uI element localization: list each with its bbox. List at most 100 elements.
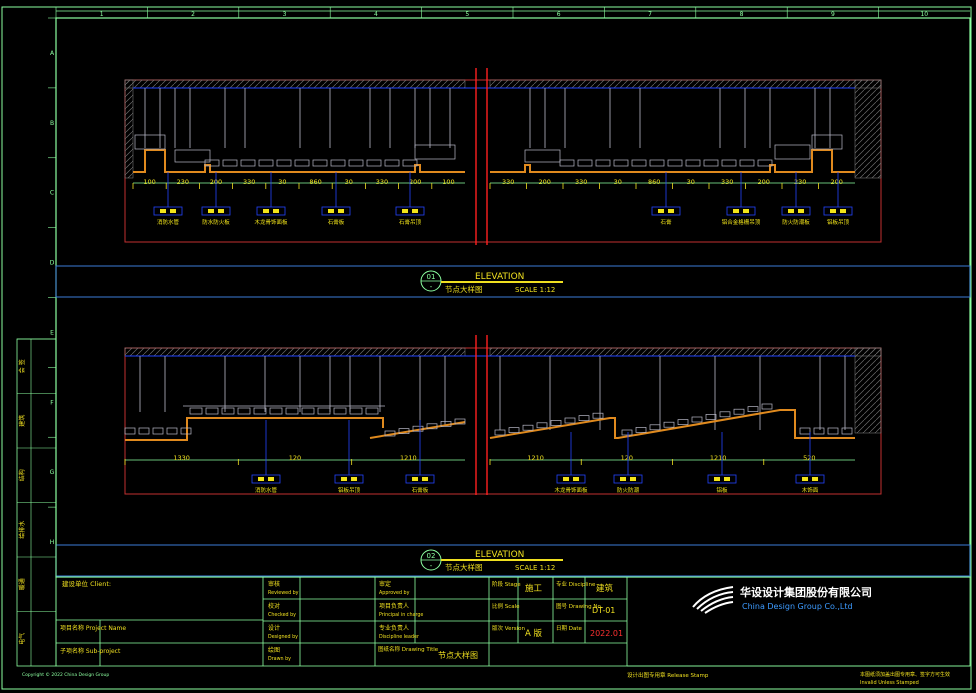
cad-drawing: 1 2 3 4 5 6 7 8 9 10 A B C D E F G H 100 230 200 330 30 860 30 3… [1,6,972,690]
grid-col-label: 4 [374,11,378,18]
date-value: 2022.01 [590,629,623,638]
approval-label-en: Discipline leader [379,634,419,640]
signoff-label-en: Reviewed by [268,590,299,596]
detail-2-scale: SCALE 1:12 [515,564,555,572]
material-tag: 防水防火板 [202,218,230,226]
countersign-label: 结构 [18,469,26,481]
detail-2-elevation: 1330 120 1210 1210 120 1210 520 消防水管 铝板吊顶 石膏板 木龙骨… [124,335,882,495]
drawing-title-label: 图纸名称 Drawing Title [378,645,439,653]
approval-label-cn: 专业负责人 [379,624,409,632]
signoff-label-en: Checked by [268,612,296,618]
grid-row-label: A [50,50,55,57]
signoff-label-cn: 绘图 [268,646,280,654]
material-tag: 防火防潮板 [782,218,810,226]
company-name-en: China Design Group Co.,Ltd [742,602,853,611]
grid-row-label: C [50,190,54,197]
dimension-label: 30 [278,178,286,186]
scale-label: 比例 Scale [492,602,520,610]
subproject-label: 子项名称 Sub-project [60,647,121,655]
material-tag: 消防水管 [255,486,278,494]
company-name-cn: 华设设计集团股份有限公司 [740,585,872,599]
material-tag: 消防水管 [157,218,180,226]
stage-value: 施工 [525,583,543,594]
client-label: 建设单位 Client: [62,579,111,588]
grid-col-label: 8 [740,11,744,18]
copyright: Copyright © 2022 China Design Group [22,671,109,678]
version-value: A 版 [525,628,543,639]
detail-1-subtitle: 节点大样图 [445,284,483,294]
grid-col-label: 5 [465,11,469,18]
dimension-label: 520 [803,454,815,462]
grid-row-label: H [50,539,55,546]
validity-note-cn: 本图纸须加盖出图专用章、签字方可生效 [860,671,950,678]
drawing-title: 节点大样图 [438,650,478,660]
countersign-label: 暖通 [18,578,26,590]
material-tag: 木饰面 [802,486,819,494]
grid-col-label: 7 [648,11,652,18]
version-label: 版次 Version [492,624,525,632]
countersign-label: 会 签 [18,359,26,373]
signoff-label-cn: 校对 [268,602,280,610]
dimension-label: 330 [502,178,514,186]
material-tag: 铝合金格栅吊顶 [722,218,761,226]
signoff-label-cn: 审核 [268,580,280,588]
approval-label-cn: 项目负责人 [379,602,409,610]
dimension-label: 30 [614,178,622,186]
dimension-label: 30 [345,178,353,186]
material-tag: 铝板吊顶 [338,486,361,494]
dimension-label: 860 [309,178,321,186]
company-logo [692,586,734,614]
signoff-label-en: Designed by [268,634,298,640]
dimension-label: 1330 [173,454,190,462]
approval-label-en: Approved by [379,590,410,596]
material-tag: 石膏板 [328,218,345,226]
signoff-label-cn: 设计 [268,624,280,632]
countersign-label: 给排水 [18,521,26,539]
discipline-value: 建筑 [596,583,614,594]
dimension-label: 330 [575,178,587,186]
discipline-label: 专业 Discipline [556,580,596,588]
drawing-no: DT-01 [592,606,615,615]
date-label: 日期 Date [556,625,583,632]
signoff-label-en: Drawn by [268,656,291,662]
dimension-label: 200 [758,178,770,186]
dimension-label: 200 [409,178,421,186]
dimension-label: 100 [143,178,155,186]
material-tag: 石膏板 [412,486,429,494]
grid-col-label: 1 [100,11,104,18]
dimension-label: 1210 [710,454,727,462]
detail-1-scale: SCALE 1:12 [515,286,555,294]
material-tag: 石膏 [660,218,672,226]
material-tag: 木龙骨饰面板 [554,486,588,494]
svg-text:-: - [430,283,433,291]
detail-1-elevation: 100 230 200 330 30 860 30 330 200 100 330 200 330 30 8… [124,68,882,245]
dimension-label: 1210 [527,454,544,462]
countersign-label: 建筑 [18,415,26,427]
dimension-label: 860 [648,178,660,186]
stamp-label: 设计出图专用章 Release Stamp [627,671,709,679]
dimension-label: 200 [539,178,551,186]
dimension-label: 120 [289,454,301,462]
approval-label-en: Principal in charge [379,612,423,618]
detail-2-subtitle: 节点大样图 [445,562,483,572]
material-tag: 铝板吊顶 [827,218,850,226]
detail-2-title: ELEVATION [475,550,524,560]
grid-col-label: 2 [191,11,195,18]
approval-label-cn: 审定 [379,580,391,588]
dimension-label: 230 [177,178,189,186]
dimension-label: 100 [442,178,454,186]
grid-col-label: 10 [920,11,928,18]
dimension-label: 330 [243,178,255,186]
dimension-label: 120 [621,454,633,462]
detail-1-number: 01 [427,273,436,281]
dimension-label: 30 [687,178,695,186]
material-tag: 防火防潮 [617,486,640,494]
countersign-label: 电气 [18,633,26,645]
svg-text:-: - [430,562,433,570]
project-label: 项目名称 Project Name [60,624,126,632]
grid-row-label: B [50,120,54,127]
grid-row-label: G [50,469,55,476]
grid-row-label: D [50,260,55,267]
dimension-label: 200 [831,178,843,186]
dimension-label: 1210 [400,454,417,462]
